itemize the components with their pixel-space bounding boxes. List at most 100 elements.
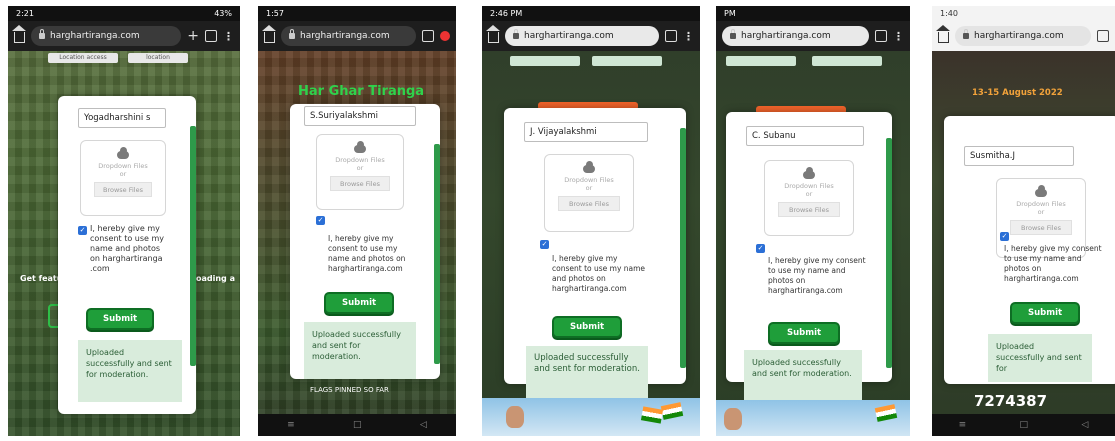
scrollbar[interactable]	[680, 128, 686, 368]
success-message: Uploaded successfully and sent for moder…	[78, 340, 182, 402]
consent-checkbox[interactable]: ✓	[540, 240, 549, 249]
browse-files-button[interactable]: Browse Files	[558, 196, 620, 211]
url-text: harghartiranga.com	[50, 31, 140, 41]
top-button-left[interactable]	[726, 56, 796, 66]
consent-checkbox[interactable]: ✓	[756, 244, 765, 253]
status-bar: 1:40	[932, 6, 1115, 21]
browser-toolbar: harghartiranga.com + ⋮	[8, 21, 240, 51]
submit-button[interactable]: Submit	[1010, 302, 1080, 324]
top-button-left[interactable]	[510, 56, 580, 66]
location-access-button[interactable]: Location access	[48, 53, 118, 63]
status-bar: PM	[716, 6, 910, 21]
address-bar[interactable]: harghartiranga.com	[281, 26, 416, 46]
url-text: harghartiranga.com	[524, 31, 614, 41]
phone-screenshot-2: 1:57 harghartiranga.com Har Ghar Tiranga…	[258, 6, 456, 436]
name-input[interactable]: Susmitha.J	[964, 146, 1074, 166]
status-bar: 2:46 PM	[482, 6, 700, 21]
home-icon[interactable]	[12, 25, 26, 43]
address-bar[interactable]: harghartiranga.com	[31, 26, 182, 46]
home-icon[interactable]	[486, 25, 500, 43]
address-bar[interactable]: harghartiranga.com	[722, 26, 869, 46]
dropzone-text: Dropdown Files	[1016, 200, 1066, 208]
flags-pinned-label: FLAGS PINNED SO FAR	[310, 386, 389, 394]
top-button-right[interactable]	[592, 56, 662, 66]
android-nav-bar: ≡ □ ◁	[932, 414, 1115, 436]
nav-home-icon[interactable]: □	[353, 420, 362, 430]
submit-button[interactable]: Submit	[768, 322, 840, 344]
tabs-icon[interactable]	[665, 30, 677, 42]
success-message: Uploaded successfully and sent for	[988, 334, 1092, 382]
scrollbar[interactable]	[190, 126, 196, 366]
dropzone-text: Dropdown Files	[564, 176, 614, 184]
menu-icon[interactable]: ⋮	[223, 30, 234, 43]
dropzone-or: or	[1037, 208, 1045, 216]
lock-icon	[963, 29, 969, 39]
submit-button[interactable]: Submit	[552, 316, 622, 338]
consent-text: I, hereby give my consent to use my name…	[328, 234, 406, 273]
status-bar: 1:57	[258, 6, 456, 21]
consent-text: I, hereby give my consent to use my name…	[552, 254, 646, 293]
cloud-upload-icon	[583, 161, 595, 173]
location-button[interactable]: location	[128, 53, 188, 63]
tabs-icon[interactable]	[422, 30, 434, 42]
record-icon[interactable]	[440, 31, 450, 41]
browse-files-button[interactable]: Browse Files	[329, 176, 391, 191]
submit-button[interactable]: Submit	[86, 308, 154, 330]
home-icon[interactable]	[262, 25, 276, 43]
browse-files-button[interactable]: Browse Files	[1010, 220, 1072, 235]
dropzone-or: or	[805, 190, 813, 198]
address-bar[interactable]: harghartiranga.com	[955, 26, 1091, 46]
tabs-icon[interactable]	[205, 30, 217, 42]
file-dropzone[interactable]: Dropdown Files or Browse Files	[316, 134, 404, 210]
cloud-upload-icon	[803, 167, 815, 179]
upload-modal: C. Subanu Dropdown Files or Browse Files…	[726, 112, 892, 382]
lock-icon	[289, 29, 295, 39]
file-dropzone[interactable]: Dropdown Files or Browse Files	[80, 140, 166, 216]
cloud-upload-icon	[1035, 185, 1047, 197]
top-button-right[interactable]	[812, 56, 882, 66]
consent-checkbox[interactable]: ✓	[1000, 232, 1009, 241]
phone-screenshot-3: 2:46 PM harghartiranga.com ⋮ J. Vijayala…	[482, 6, 700, 436]
scrollbar[interactable]	[434, 144, 440, 364]
phone-screenshot-1: 2:21 43% harghartiranga.com + ⋮ Location…	[8, 6, 240, 436]
consent-checkbox[interactable]: ✓	[78, 226, 87, 235]
dropzone-or: or	[585, 184, 593, 192]
back-icon[interactable]: ◁	[1081, 420, 1088, 430]
upload-modal: J. Vijayalakshmi Dropdown Files or Brows…	[504, 108, 686, 384]
page-heading: Har Ghar Tiranga	[298, 84, 425, 99]
name-input[interactable]: S.Suriyalakshmi	[304, 106, 416, 126]
recent-apps-icon[interactable]: ≡	[959, 420, 967, 430]
status-time: 1:57	[266, 9, 284, 18]
status-bar: 2:21 43%	[8, 6, 240, 21]
menu-icon[interactable]: ⋮	[683, 30, 694, 43]
browse-files-button[interactable]: Browse Files	[93, 182, 153, 197]
browse-files-button[interactable]: Browse Files	[778, 202, 840, 217]
url-text: harghartiranga.com	[974, 31, 1064, 41]
file-dropzone[interactable]: Dropdown Files or Browse Files	[544, 154, 634, 232]
scrollbar[interactable]	[886, 138, 892, 368]
dropzone-text: Dropdown Files	[335, 156, 385, 164]
back-icon[interactable]: ◁	[420, 420, 427, 430]
consent-checkbox[interactable]: ✓	[316, 216, 325, 225]
new-tab-icon[interactable]: +	[187, 28, 199, 44]
name-input[interactable]: Yogadharshini s	[78, 108, 166, 128]
battery-level: 43%	[214, 9, 232, 18]
portrait-icon	[724, 408, 742, 430]
portrait-icon	[506, 406, 524, 428]
status-time: 1:40	[940, 9, 958, 18]
tabs-icon[interactable]	[875, 30, 887, 42]
address-bar[interactable]: harghartiranga.com	[505, 26, 659, 46]
name-input[interactable]: J. Vijayalakshmi	[524, 122, 648, 142]
submit-button[interactable]: Submit	[324, 292, 394, 314]
recent-apps-icon[interactable]: ≡	[287, 420, 295, 430]
menu-icon[interactable]: ⋮	[893, 30, 904, 43]
flag-counter: 7274387	[974, 392, 1048, 410]
upload-modal: S.Suriyalakshmi Dropdown Files or Browse…	[290, 104, 440, 379]
name-input[interactable]: C. Subanu	[746, 126, 864, 146]
home-icon[interactable]	[936, 25, 950, 43]
nav-home-icon[interactable]: □	[1020, 420, 1029, 430]
tabs-icon[interactable]	[1097, 30, 1109, 42]
status-time: PM	[724, 9, 736, 18]
status-time: 2:21	[16, 9, 34, 18]
file-dropzone[interactable]: Dropdown Files or Browse Files	[764, 160, 854, 236]
